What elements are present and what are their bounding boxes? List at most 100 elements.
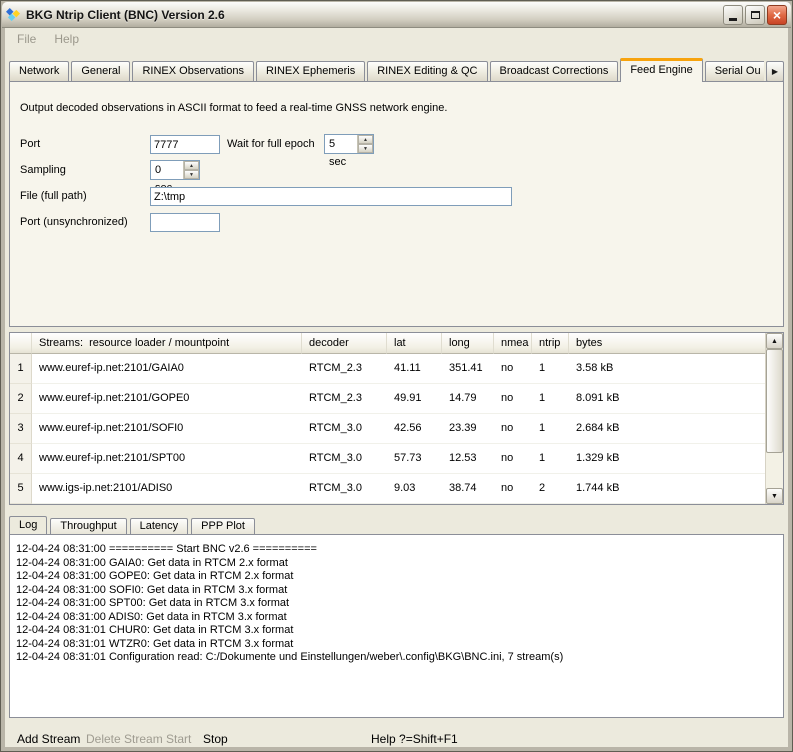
wait-value: 5 sec bbox=[325, 135, 357, 153]
title-bar[interactable]: BKG Ntrip Client (BNC) Version 2.6 × bbox=[2, 2, 791, 28]
scroll-up-button[interactable]: ▲ bbox=[766, 333, 783, 349]
stop-button[interactable]: Stop bbox=[203, 732, 228, 746]
sampling-value: 0 sec bbox=[151, 161, 183, 179]
cell-ntrip: 1 bbox=[532, 384, 569, 414]
menu-help[interactable]: Help bbox=[52, 32, 81, 50]
cell-decoder: RTCM_3.0 bbox=[302, 444, 387, 474]
table-row[interactable]: 4 www.euref-ip.net:2101/SPT00 RTCM_3.0 5… bbox=[10, 444, 766, 474]
header-row-gutter bbox=[10, 333, 32, 354]
close-icon: × bbox=[773, 8, 781, 22]
header-lat[interactable]: lat bbox=[387, 333, 442, 354]
table-row[interactable]: 2 www.euref-ip.net:2101/GOPE0 RTCM_2.3 4… bbox=[10, 384, 766, 414]
table-row[interactable]: 1 www.euref-ip.net:2101/GAIA0 RTCM_2.3 4… bbox=[10, 354, 766, 384]
tab-feed-engine[interactable]: Feed Engine bbox=[620, 58, 702, 82]
cell-mountpoint: www.euref-ip.net:2101/SPT00 bbox=[32, 444, 302, 474]
cell-bytes: 1.744 kB bbox=[569, 474, 766, 504]
start-button[interactable]: Start bbox=[166, 732, 191, 746]
tab-log[interactable]: Log bbox=[9, 516, 47, 535]
file-path-input[interactable] bbox=[150, 187, 512, 206]
sampling-spinner[interactable]: 0 sec ▲ ▼ bbox=[150, 160, 200, 180]
scroll-down-button[interactable]: ▼ bbox=[766, 488, 783, 504]
cell-lat: 49.91 bbox=[387, 384, 442, 414]
scrollbar-thumb[interactable] bbox=[766, 349, 783, 453]
cell-mountpoint: www.euref-ip.net:2101/GAIA0 bbox=[32, 354, 302, 384]
cell-ntrip: 2 bbox=[532, 474, 569, 504]
file-path-label: File (full path) bbox=[20, 190, 87, 202]
port-unsynchronized-input[interactable] bbox=[150, 213, 220, 232]
add-stream-button[interactable]: Add Stream bbox=[17, 732, 80, 746]
row-number: 5 bbox=[10, 474, 32, 504]
wait-for-full-epoch-spinner[interactable]: 5 sec ▲ ▼ bbox=[324, 134, 374, 154]
cell-decoder: RTCM_3.0 bbox=[302, 474, 387, 504]
delete-stream-button[interactable]: Delete Stream bbox=[86, 732, 163, 746]
log-line: 12-04-24 08:31:00 ADIS0: Get data in RTC… bbox=[16, 611, 777, 625]
cell-ntrip: 1 bbox=[532, 414, 569, 444]
cell-mountpoint: www.euref-ip.net:2101/SOFI0 bbox=[32, 414, 302, 444]
log-line: 12-04-24 08:31:00 SOFI0: Get data in RTC… bbox=[16, 584, 777, 598]
maximize-button[interactable] bbox=[745, 5, 765, 25]
cell-nmea: no bbox=[494, 354, 532, 384]
log-line: 12-04-24 08:31:00 GOPE0: Get data in RTC… bbox=[16, 570, 777, 584]
cell-lat: 57.73 bbox=[387, 444, 442, 474]
cell-lat: 9.03 bbox=[387, 474, 442, 504]
log-line: 12-04-24 08:31:01 Configuration read: C:… bbox=[16, 651, 777, 665]
spin-up-button[interactable]: ▲ bbox=[184, 161, 199, 170]
tab-serial-output[interactable]: Serial Ou bbox=[705, 61, 764, 82]
table-row[interactable]: 5 www.igs-ip.net:2101/ADIS0 RTCM_3.0 9.0… bbox=[10, 474, 766, 504]
tab-rinex-editing-qc[interactable]: RINEX Editing & QC bbox=[367, 61, 487, 82]
header-bytes[interactable]: bytes bbox=[569, 333, 766, 354]
tab-scroll-right-button[interactable]: ▶ bbox=[766, 61, 784, 82]
tab-network[interactable]: Network bbox=[9, 61, 69, 82]
sampling-label: Sampling bbox=[20, 164, 66, 176]
tab-ppp-plot[interactable]: PPP Plot bbox=[191, 518, 255, 535]
bottom-bar: Add Stream Delete Stream Start Stop Help… bbox=[9, 730, 784, 747]
cell-bytes: 1.329 kB bbox=[569, 444, 766, 474]
spin-down-button[interactable]: ▼ bbox=[358, 144, 373, 153]
header-ntrip[interactable]: ntrip bbox=[532, 333, 569, 354]
log-line: 12-04-24 08:31:00 ========== Start BNC v… bbox=[16, 543, 777, 557]
help-shortcut-label: Help ?=Shift+F1 bbox=[371, 732, 458, 746]
port-input[interactable] bbox=[150, 135, 220, 154]
app-icon bbox=[6, 7, 21, 22]
close-button[interactable]: × bbox=[767, 5, 787, 25]
header-mountpoint[interactable]: Streams: resource loader / mountpoint bbox=[32, 333, 302, 354]
cell-nmea: no bbox=[494, 474, 532, 504]
tab-rinex-ephemeris[interactable]: RINEX Ephemeris bbox=[256, 61, 365, 82]
cell-bytes: 8.091 kB bbox=[569, 384, 766, 414]
table-scrollbar[interactable]: ▲ ▼ bbox=[765, 333, 783, 504]
port-unsynchronized-label: Port (unsynchronized) bbox=[20, 216, 128, 228]
row-number: 2 bbox=[10, 384, 32, 414]
log-tab-bar: Log Throughput Latency PPP Plot bbox=[9, 516, 258, 535]
cell-long: 351.41 bbox=[442, 354, 494, 384]
header-long[interactable]: long bbox=[442, 333, 494, 354]
spin-down-button[interactable]: ▼ bbox=[184, 170, 199, 179]
cell-mountpoint: www.euref-ip.net:2101/GOPE0 bbox=[32, 384, 302, 414]
cell-lat: 42.56 bbox=[387, 414, 442, 444]
cell-bytes: 2.684 kB bbox=[569, 414, 766, 444]
table-row[interactable]: 3 www.euref-ip.net:2101/SOFI0 RTCM_3.0 4… bbox=[10, 414, 766, 444]
tab-throughput[interactable]: Throughput bbox=[50, 518, 126, 535]
client-area: File Help Network General RINEX Observat… bbox=[5, 28, 788, 747]
window-title: BKG Ntrip Client (BNC) Version 2.6 bbox=[26, 8, 225, 22]
row-number: 4 bbox=[10, 444, 32, 474]
cell-nmea: no bbox=[494, 384, 532, 414]
spin-up-icon: ▲ bbox=[189, 163, 194, 169]
tab-broadcast-corrections[interactable]: Broadcast Corrections bbox=[490, 61, 619, 82]
port-label: Port bbox=[20, 138, 40, 150]
header-nmea[interactable]: nmea bbox=[494, 333, 532, 354]
app-window: BKG Ntrip Client (BNC) Version 2.6 × Fil… bbox=[0, 0, 793, 752]
cell-decoder: RTCM_2.3 bbox=[302, 384, 387, 414]
spin-up-button[interactable]: ▲ bbox=[358, 135, 373, 144]
log-viewer[interactable]: 12-04-24 08:31:00 ========== Start BNC v… bbox=[9, 534, 784, 718]
cell-mountpoint: www.igs-ip.net:2101/ADIS0 bbox=[32, 474, 302, 504]
minimize-button[interactable] bbox=[723, 5, 743, 25]
header-decoder[interactable]: decoder bbox=[302, 333, 387, 354]
row-number: 1 bbox=[10, 354, 32, 384]
spin-up-icon: ▲ bbox=[363, 137, 368, 143]
menu-file[interactable]: File bbox=[15, 32, 38, 50]
feed-engine-panel: Output decoded observations in ASCII for… bbox=[9, 81, 784, 327]
tab-latency[interactable]: Latency bbox=[130, 518, 189, 535]
streams-table-body: Streams: resource loader / mountpoint de… bbox=[10, 333, 766, 504]
tab-general[interactable]: General bbox=[71, 61, 130, 82]
tab-rinex-observations[interactable]: RINEX Observations bbox=[132, 61, 253, 82]
